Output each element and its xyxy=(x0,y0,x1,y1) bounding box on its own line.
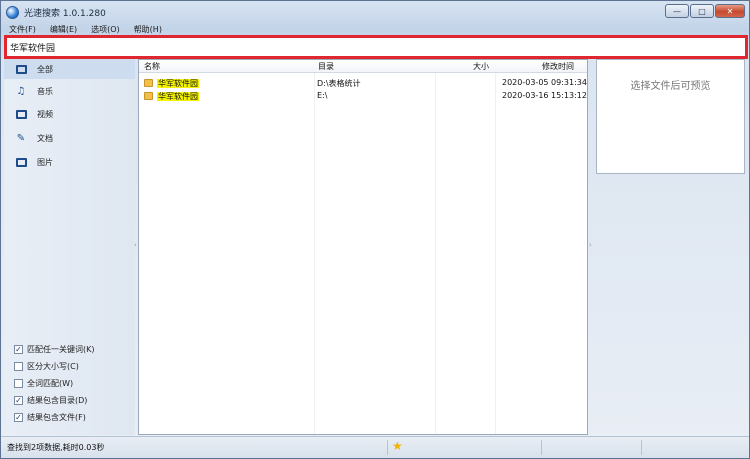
status-text: 查找到2项数据,耗时0.03秒 xyxy=(7,443,105,452)
file-directory: E:\ xyxy=(317,91,328,100)
app-window: 光速搜索 1.0.1.280 — □ ✕ 文件(F) 编辑(E) 选项(O) 帮… xyxy=(0,0,750,459)
window-title: 光速搜索 1.0.1.280 xyxy=(24,8,106,19)
image-icon xyxy=(15,157,27,167)
document-icon: ✎ xyxy=(16,132,26,144)
title-bar[interactable]: 光速搜索 1.0.1.280 — □ ✕ xyxy=(1,1,749,23)
column-header-size[interactable]: 大小 xyxy=(473,61,489,72)
table-row[interactable]: 华军软件园 E:\ 2020-03-16 15:13:12 xyxy=(139,90,587,102)
status-divider xyxy=(387,440,388,455)
sidebar: 全部 ♫ 音乐 视频 ✎ 文档 图片 ✓ 匹配任一关键词(K) 区分大小写(C) xyxy=(4,59,135,435)
window-controls: — □ ✕ xyxy=(665,4,745,18)
menu-file[interactable]: 文件(F) xyxy=(9,24,36,35)
option-case-sensitive[interactable]: 区分大小写(C) xyxy=(14,358,95,375)
option-label: 结果包含文件(F) xyxy=(27,413,86,422)
maximize-button[interactable]: □ xyxy=(690,4,714,18)
file-modified: 2020-03-16 15:13:12 xyxy=(502,91,587,100)
folder-icon xyxy=(144,92,153,100)
close-button[interactable]: ✕ xyxy=(715,4,745,18)
app-logo-icon xyxy=(6,5,19,19)
checkbox-unchecked[interactable] xyxy=(14,379,23,388)
status-divider xyxy=(641,440,642,455)
option-match-any-keyword[interactable]: ✓ 匹配任一关键词(K) xyxy=(14,341,95,358)
sidebar-item-video[interactable]: 视频 xyxy=(4,104,135,124)
option-label: 匹配任一关键词(K) xyxy=(27,345,95,354)
minimize-button[interactable]: — xyxy=(665,4,689,18)
results-list: 名称 目录 大小 修改时间 华军软件园 D:\表格统计 2020-03-05 0… xyxy=(138,59,588,435)
column-divider xyxy=(314,73,315,434)
file-directory: D:\表格统计 xyxy=(317,79,361,88)
option-label: 全词匹配(W) xyxy=(27,379,74,388)
sidebar-item-label: 视频 xyxy=(37,109,53,119)
column-header-directory[interactable]: 目录 xyxy=(318,61,334,72)
right-splitter-handle[interactable]: › xyxy=(589,241,593,251)
checkbox-checked[interactable]: ✓ xyxy=(14,413,23,422)
sidebar-item-document[interactable]: ✎ 文档 xyxy=(4,128,135,148)
sidebar-item-label: 音乐 xyxy=(37,86,53,96)
search-input[interactable] xyxy=(7,38,745,56)
checkbox-checked[interactable]: ✓ xyxy=(14,396,23,405)
column-divider xyxy=(435,73,436,434)
sidebar-item-image[interactable]: 图片 xyxy=(4,152,135,172)
table-row[interactable]: 华军软件园 D:\表格统计 2020-03-05 09:31:34 xyxy=(139,77,587,89)
menu-bar: 文件(F) 编辑(E) 选项(O) 帮助(H) xyxy=(1,23,749,35)
checkbox-unchecked[interactable] xyxy=(14,362,23,371)
file-modified: 2020-03-05 09:31:34 xyxy=(502,78,587,87)
preview-pane: 选择文件后可预览 xyxy=(596,59,745,174)
folder-icon xyxy=(144,79,153,87)
all-icon xyxy=(15,64,27,74)
list-header: 名称 目录 大小 修改时间 xyxy=(139,60,587,73)
option-include-directories[interactable]: ✓ 结果包含目录(D) xyxy=(14,392,95,409)
column-divider xyxy=(495,73,496,434)
status-bar: 查找到2项数据,耗时0.03秒 ★ xyxy=(1,436,749,458)
checkbox-checked[interactable]: ✓ xyxy=(14,345,23,354)
option-label: 区分大小写(C) xyxy=(27,362,79,371)
sidebar-item-all[interactable]: 全部 xyxy=(4,59,135,79)
search-box xyxy=(4,35,748,59)
menu-options[interactable]: 选项(O) xyxy=(91,24,120,35)
file-name: 华军软件园 xyxy=(157,92,199,101)
menu-edit[interactable]: 编辑(E) xyxy=(50,24,77,35)
option-label: 结果包含目录(D) xyxy=(27,396,88,405)
file-name: 华军软件园 xyxy=(157,79,199,88)
search-options: ✓ 匹配任一关键词(K) 区分大小写(C) 全词匹配(W) ✓ 结果包含目录(D… xyxy=(14,341,95,426)
video-icon xyxy=(15,109,27,119)
sidebar-item-label: 图片 xyxy=(37,157,53,167)
option-include-files[interactable]: ✓ 结果包含文件(F) xyxy=(14,409,95,426)
sidebar-item-label: 全部 xyxy=(37,64,53,74)
status-divider xyxy=(541,440,542,455)
column-header-modified[interactable]: 修改时间 xyxy=(542,61,574,72)
menu-help[interactable]: 帮助(H) xyxy=(134,24,162,35)
music-icon: ♫ xyxy=(16,85,26,97)
sidebar-item-music[interactable]: ♫ 音乐 xyxy=(4,81,135,101)
sidebar-item-label: 文档 xyxy=(37,133,53,143)
star-icon[interactable]: ★ xyxy=(392,439,403,453)
preview-placeholder: 选择文件后可预览 xyxy=(630,81,711,92)
column-header-name[interactable]: 名称 xyxy=(144,61,160,72)
option-whole-word[interactable]: 全词匹配(W) xyxy=(14,375,95,392)
